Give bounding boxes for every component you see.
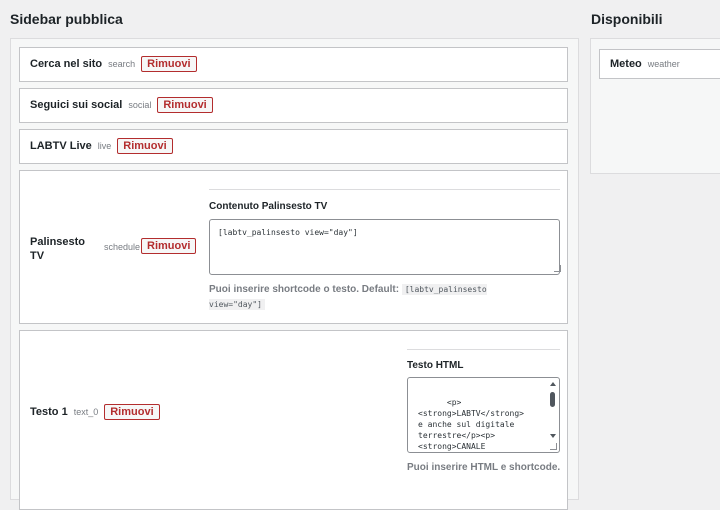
- widget-text[interactable]: Testo 1 text_0 Rimuovi Testo HTML <p> <s…: [19, 330, 568, 510]
- widget-name: LABTV Live: [30, 140, 92, 152]
- help-text: Puoi inserire shortcode o testo. Default…: [209, 284, 487, 310]
- field-divider: [209, 189, 560, 190]
- widget-live[interactable]: LABTV Live live Rimuovi: [19, 129, 568, 164]
- widget-schedule[interactable]: Palinsesto TV schedule Rimuovi Contenuto…: [19, 170, 568, 324]
- widget-social[interactable]: Seguici sui social social Rimuovi: [19, 88, 568, 123]
- widget-search[interactable]: Cerca nel sito search Rimuovi: [19, 47, 568, 82]
- widget-name: Meteo: [610, 58, 642, 70]
- remove-button[interactable]: Rimuovi: [157, 97, 213, 113]
- field-divider: [407, 349, 560, 350]
- remove-button[interactable]: Rimuovi: [141, 56, 197, 72]
- available-widgets-panel: Meteo weather: [590, 38, 720, 174]
- widget-name: Seguici sui social: [30, 99, 123, 111]
- available-widgets-title: Disponibili: [591, 11, 663, 27]
- widget-slug: weather: [647, 59, 680, 69]
- widget-slug: search: [108, 59, 136, 69]
- scroll-down-icon[interactable]: [550, 434, 556, 438]
- help-text: Puoi inserire HTML e shortcode.: [407, 462, 561, 473]
- widget-name: Cerca nel sito: [30, 58, 103, 70]
- scroll-up-icon[interactable]: [550, 382, 556, 386]
- active-sidebar-title: Sidebar pubblica: [10, 11, 123, 27]
- widget-name: Testo 1: [30, 406, 68, 418]
- active-sidebar-panel: Cerca nel sito search Rimuovi Seguici su…: [10, 38, 579, 510]
- widget-name: Palinsesto TV: [30, 236, 86, 262]
- widget-slug: schedule: [104, 242, 141, 252]
- scroll-thumb[interactable]: [550, 392, 555, 407]
- resize-handle-icon[interactable]: [554, 265, 561, 272]
- field-label: Contenuto Palinsesto TV: [209, 201, 328, 212]
- resize-handle-icon[interactable]: [550, 443, 557, 450]
- widget-slug: social: [128, 100, 152, 110]
- remove-button[interactable]: Rimuovi: [117, 138, 173, 154]
- field-label: Testo HTML: [407, 360, 464, 371]
- schedule-content-textarea[interactable]: [labtv_palinsesto view="day"]: [209, 219, 560, 275]
- available-widget-weather[interactable]: Meteo weather: [599, 49, 720, 79]
- html-content-textarea[interactable]: <p> <strong>LABTV</strong> e anche sul d…: [407, 377, 560, 453]
- remove-button[interactable]: Rimuovi: [141, 238, 197, 254]
- textarea-scrollbar[interactable]: [549, 382, 557, 438]
- widget-slug: live: [97, 141, 112, 151]
- remove-button[interactable]: Rimuovi: [104, 404, 160, 420]
- widget-slug: text_0: [73, 407, 99, 417]
